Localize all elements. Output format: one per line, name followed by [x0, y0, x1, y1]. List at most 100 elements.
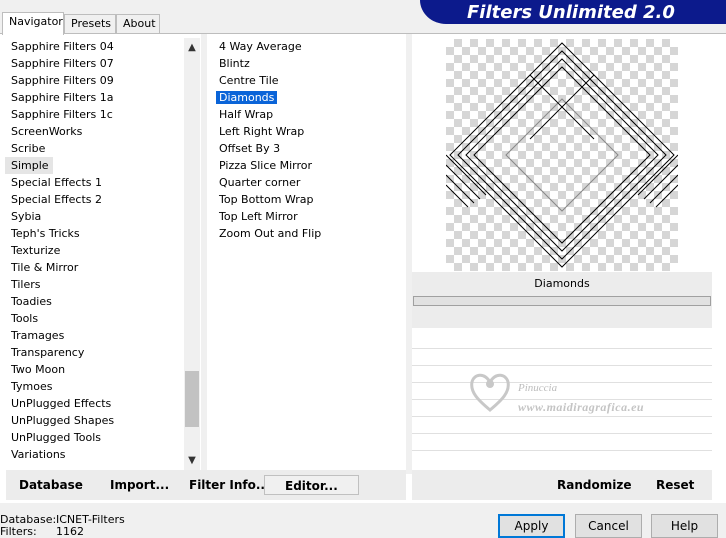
tab-about[interactable]: About: [116, 14, 160, 34]
watermark-url: www.maidiragrafica.eu: [518, 400, 645, 414]
category-item-label: Sybia: [11, 210, 42, 223]
category-item-label: Sapphire Filters 09: [11, 74, 114, 87]
filters-label: Filters:: [0, 525, 37, 538]
category-item-label: Scribe: [11, 142, 46, 155]
category-item-label: Sapphire Filters 04: [11, 40, 114, 53]
preview-button-bar: Randomize Reset: [412, 470, 712, 500]
category-item[interactable]: Variations: [5, 446, 185, 463]
category-item[interactable]: Special Effects 2: [5, 191, 185, 208]
preview-image: [446, 39, 678, 271]
category-item[interactable]: UnPlugged Tools: [5, 429, 185, 446]
filter-item[interactable]: 4 Way Average: [213, 38, 403, 55]
category-item[interactable]: Tymoes: [5, 378, 185, 395]
filter-item[interactable]: Centre Tile: [213, 72, 403, 89]
category-item[interactable]: UnPlugged Shapes: [5, 412, 185, 429]
category-item[interactable]: Tramages: [5, 327, 185, 344]
category-item-label: UnPlugged Effects: [11, 397, 112, 410]
category-item-label: Tilers: [11, 278, 41, 291]
watermark-name: Pinuccia: [518, 382, 558, 394]
filter-item[interactable]: Pizza Slice Mirror: [213, 157, 403, 174]
panel-divider: [201, 34, 207, 474]
category-item-label: Tymoes: [11, 380, 53, 393]
randomize-button[interactable]: Randomize: [557, 475, 631, 495]
category-item[interactable]: Tilers: [5, 276, 185, 293]
category-item-label: Transparency: [11, 346, 85, 359]
filter-item-label: Diamonds: [216, 91, 278, 104]
filter-item[interactable]: Offset By 3: [213, 140, 403, 157]
category-item[interactable]: Sapphire Filters 04: [5, 38, 185, 55]
category-item[interactable]: Texturize: [5, 242, 185, 259]
category-item-label: Sapphire Filters 1a: [11, 91, 114, 104]
category-item[interactable]: Sapphire Filters 1a: [5, 89, 185, 106]
category-item-label: ScreenWorks: [11, 125, 83, 138]
filter-item[interactable]: Blintz: [213, 55, 403, 72]
filter-item-label: Blintz: [219, 57, 250, 70]
category-item-label: Sapphire Filters 1c: [11, 108, 113, 121]
cancel-button[interactable]: Cancel: [575, 514, 642, 538]
category-item[interactable]: Simple: [5, 157, 53, 174]
category-item-label: UnPlugged Shapes: [11, 414, 115, 427]
category-item[interactable]: Sapphire Filters 1c: [5, 106, 185, 123]
category-item[interactable]: Sapphire Filters 09: [5, 72, 185, 89]
filter-item-label: Half Wrap: [219, 108, 274, 121]
filter-list[interactable]: 4 Way Average Blintz Centre Tile Diamonds Ha…: [213, 38, 403, 468]
heart-logo-icon: [470, 373, 510, 412]
scrollbar-thumb[interactable]: [185, 371, 199, 427]
category-item[interactable]: Tools: [5, 310, 185, 327]
category-item[interactable]: Tile & Mirror: [5, 259, 185, 276]
reset-button[interactable]: Reset: [656, 475, 694, 495]
category-item-label: Simple: [11, 159, 49, 172]
category-item-label: Tools: [11, 312, 39, 325]
filter-item[interactable]: Quarter corner: [213, 174, 403, 191]
category-item-label: Sapphire Filters 07: [11, 57, 114, 70]
category-item[interactable]: Transparency: [5, 344, 185, 361]
filter-item-label: 4 Way Average: [219, 40, 302, 53]
category-item[interactable]: Sapphire Filters 07: [5, 55, 185, 72]
category-item[interactable]: Scribe: [5, 140, 185, 157]
category-item-label: Two Moon: [11, 363, 66, 376]
filter-item[interactable]: Top Left Mirror: [213, 208, 403, 225]
tab-navigator[interactable]: Navigator: [2, 12, 64, 35]
filter-info-button[interactable]: Filter Info...: [189, 475, 270, 495]
database-button[interactable]: Database: [19, 475, 83, 495]
import-button[interactable]: Import...: [110, 475, 169, 495]
filter-item-label: Top Bottom Wrap: [219, 193, 314, 206]
category-item-label: Special Effects 1: [11, 176, 103, 189]
watermark: Pinuccia www.maidiragrafica.eu: [468, 364, 698, 424]
chevron-up-icon[interactable]: ▲: [184, 40, 200, 56]
category-scrollbar[interactable]: ▲ ▼: [184, 38, 200, 470]
category-item[interactable]: Sybia: [5, 208, 185, 225]
filter-item[interactable]: Top Bottom Wrap: [213, 191, 403, 208]
filter-item-label: Quarter corner: [219, 176, 301, 189]
diamonds-preview-graphic: [446, 42, 678, 268]
filter-item[interactable]: Diamonds: [213, 89, 403, 106]
category-item[interactable]: Two Moon: [5, 361, 185, 378]
app-title: Filters Unlimited 2.0: [467, 2, 675, 23]
filters-count: 1162: [56, 525, 84, 538]
tab-presets[interactable]: Presets: [64, 14, 116, 34]
chevron-down-icon[interactable]: ▼: [184, 453, 200, 469]
list-button-bar: Database Import... Filter Info... Editor…: [6, 470, 406, 500]
category-item[interactable]: ScreenWorks: [5, 123, 185, 140]
filter-item-label: Centre Tile: [219, 74, 279, 87]
filter-item[interactable]: Zoom Out and Flip: [213, 225, 403, 242]
database-info: Database:ICNET-Filters Filters: 1162: [0, 514, 125, 538]
category-item-label: Toadies: [11, 295, 52, 308]
category-item[interactable]: UnPlugged Effects: [5, 395, 185, 412]
category-item-label: Tramages: [11, 329, 65, 342]
category-item[interactable]: Toadies: [5, 293, 185, 310]
parameter-slider[interactable]: [413, 296, 711, 306]
category-item-label: Tile & Mirror: [11, 261, 79, 274]
apply-button[interactable]: Apply: [498, 514, 565, 538]
help-button[interactable]: Help: [651, 514, 718, 538]
category-item[interactable]: Teph's Tricks: [5, 225, 185, 242]
category-item[interactable]: Special Effects 1: [5, 174, 185, 191]
category-list[interactable]: Sapphire Filters 04 Sapphire Filters 07 Sa…: [5, 38, 185, 468]
filter-item[interactable]: Half Wrap: [213, 106, 403, 123]
category-item-label: Special Effects 2: [11, 193, 103, 206]
filter-control-panel: Diamonds: [412, 272, 712, 328]
filter-item-label: Offset By 3: [219, 142, 281, 155]
category-item-label: UnPlugged Tools: [11, 431, 101, 444]
editor-button[interactable]: Editor...: [264, 475, 359, 495]
filter-item[interactable]: Left Right Wrap: [213, 123, 403, 140]
